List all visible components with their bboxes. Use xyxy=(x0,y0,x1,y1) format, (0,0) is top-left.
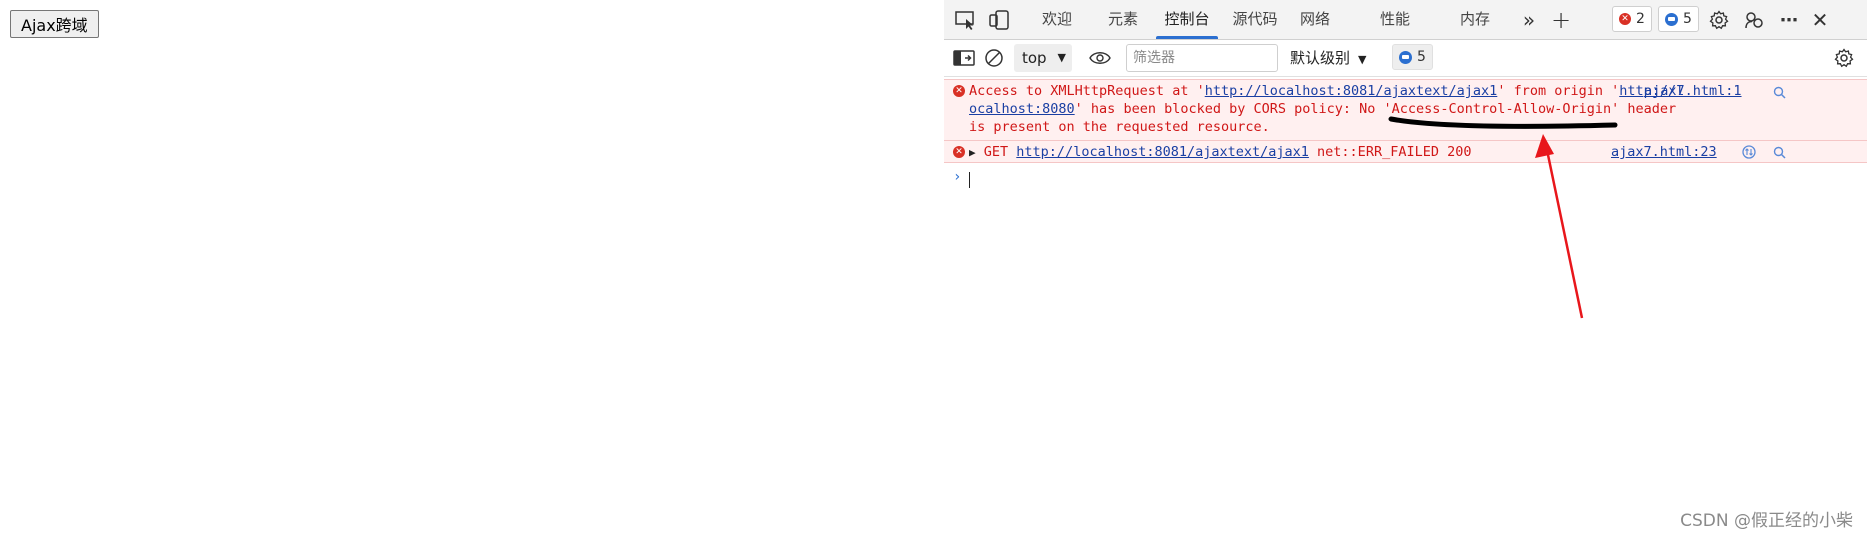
console-toolbar: top ▼ 默认级别▼ 5 xyxy=(944,40,1867,77)
feedback-icon[interactable] xyxy=(1742,8,1766,32)
devtools-panel: 欢迎 元素 控制台 源代码 网络 性能 内存 » + ✕ 2 5 ⋯ ✕ top… xyxy=(944,0,1867,539)
context-select[interactable]: top ▼ xyxy=(1014,44,1072,72)
toolbar-message-count[interactable]: 5 xyxy=(1392,44,1433,70)
tab-console[interactable]: 控制台 xyxy=(1156,0,1218,39)
request-url-link[interactable]: http://localhost:8081/ajaxtext/ajax1 xyxy=(1205,83,1498,99)
source-link[interactable]: ajax7.html:23 xyxy=(1611,144,1717,160)
message-icon xyxy=(1399,50,1412,64)
eye-icon[interactable] xyxy=(1088,46,1112,70)
gear-icon[interactable] xyxy=(1707,8,1731,32)
log-levels-select[interactable]: 默认级别 ▼ xyxy=(1290,44,1366,72)
close-icon[interactable]: ✕ xyxy=(1808,8,1832,32)
filter-input[interactable] xyxy=(1126,44,1278,72)
caret-down-icon: ▼ xyxy=(1358,53,1367,66)
console-input-caret[interactable] xyxy=(969,172,970,188)
expand-triangle-icon[interactable]: ▶ xyxy=(969,146,976,159)
tab-sources[interactable]: 源代码 xyxy=(1224,0,1286,39)
clear-console-icon[interactable] xyxy=(982,46,1006,70)
tab-memory[interactable]: 内存 xyxy=(1452,0,1498,39)
error-icon: ✕ xyxy=(953,85,965,97)
search-icon[interactable] xyxy=(1771,144,1787,160)
console-settings-icon[interactable] xyxy=(1832,46,1856,70)
tab-network[interactable]: 网络 xyxy=(1292,0,1338,39)
add-tab-icon[interactable]: + xyxy=(1549,6,1573,34)
caret-down-icon: ▼ xyxy=(1057,51,1066,64)
console-prompt-icon: › xyxy=(953,169,962,185)
more-tabs-icon[interactable]: » xyxy=(1517,8,1541,32)
network-info-icon[interactable] xyxy=(1741,144,1757,160)
error-icon: ✕ xyxy=(1619,13,1631,25)
message-icon xyxy=(1665,12,1678,26)
console-output: ✕ Access to XMLHttpRequest at 'http://lo… xyxy=(944,77,1867,539)
ajax-cors-button[interactable]: Ajax跨域 xyxy=(10,10,99,38)
watermark: CSDN @假正经的小柴 xyxy=(1680,511,1853,531)
source-link[interactable]: ajax7.html:1 xyxy=(1644,83,1742,99)
error-count-badge[interactable]: ✕ 2 xyxy=(1612,6,1652,32)
console-message-get-failed: ✕ ▶ GET http://localhost:8081/ajaxtext/a… xyxy=(944,140,1867,163)
console-message-cors-error: ✕ Access to XMLHttpRequest at 'http://lo… xyxy=(944,79,1867,141)
sidebar-toggle-icon[interactable] xyxy=(952,46,976,70)
message-text: ▶ GET http://localhost:8081/ajaxtext/aja… xyxy=(969,144,1472,160)
message-count-badge[interactable]: 5 xyxy=(1658,6,1699,32)
device-emulation-icon[interactable] xyxy=(988,8,1012,32)
more-options-icon[interactable]: ⋯ xyxy=(1777,8,1801,32)
devtools-tabbar: 欢迎 元素 控制台 源代码 网络 性能 内存 » + ✕ 2 5 ⋯ ✕ xyxy=(944,0,1867,40)
tab-elements[interactable]: 元素 xyxy=(1096,0,1150,39)
message-text: Access to XMLHttpRequest at 'http://loca… xyxy=(969,83,1685,135)
tab-performance[interactable]: 性能 xyxy=(1372,0,1418,39)
search-icon[interactable] xyxy=(1771,84,1787,100)
inspect-element-icon[interactable] xyxy=(954,8,978,32)
error-icon: ✕ xyxy=(953,146,965,158)
request-url-link[interactable]: http://localhost:8081/ajaxtext/ajax1 xyxy=(1016,144,1309,160)
tab-welcome[interactable]: 欢迎 xyxy=(1026,0,1088,39)
origin-link-part2[interactable]: ocalhost:8080 xyxy=(969,101,1075,117)
